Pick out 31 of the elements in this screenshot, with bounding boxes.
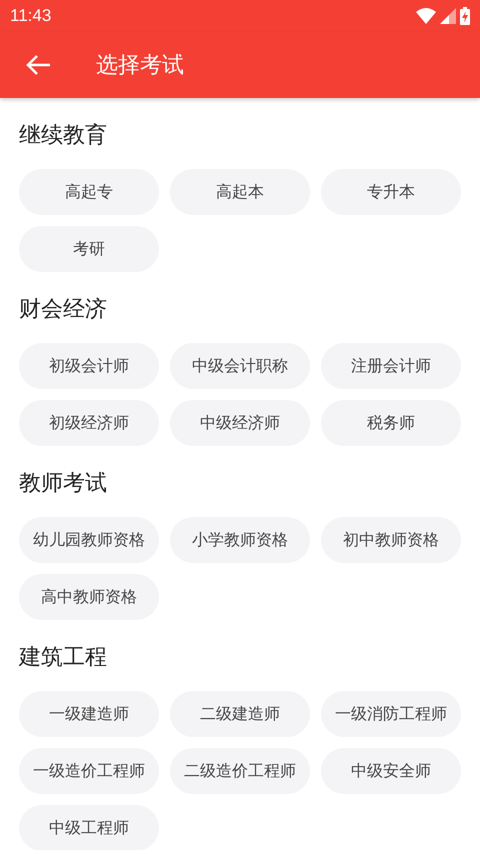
exam-chip[interactable]: 税务师 (321, 400, 461, 446)
exam-chip[interactable]: 高中教师资格 (19, 574, 159, 620)
wifi-icon (416, 8, 436, 24)
exam-chip[interactable]: 初级经济师 (19, 400, 159, 446)
exam-chip[interactable]: 专升本 (321, 169, 461, 215)
exam-chip[interactable]: 注册会计师 (321, 343, 461, 389)
exam-chip[interactable]: 中级工程师 (19, 805, 159, 850)
exam-chip[interactable]: 一级造价工程师 (19, 748, 159, 794)
back-arrow-icon[interactable] (25, 54, 51, 76)
exam-chip[interactable]: 高起本 (170, 169, 310, 215)
exam-chip[interactable]: 一级消防工程师 (321, 691, 461, 737)
battery-charging-icon (460, 7, 470, 25)
exam-chip[interactable]: 中级会计职称 (170, 343, 310, 389)
exam-chip[interactable]: 小学教师资格 (170, 517, 310, 563)
signal-icon (440, 8, 456, 24)
section-title: 教师考试 (19, 470, 108, 498)
status-time: 11:43 (10, 6, 52, 26)
screen-title: 选择考试 (96, 52, 184, 80)
exam-chip[interactable]: 初中教师资格 (321, 517, 461, 563)
section-title: 继续教育 (19, 122, 108, 150)
exam-chip[interactable]: 二级建造师 (170, 691, 310, 737)
exam-chip[interactable]: 高起专 (19, 169, 159, 215)
exam-chip[interactable]: 一级建造师 (19, 691, 159, 737)
exam-chip[interactable]: 中级经济师 (170, 400, 310, 446)
exam-chip[interactable]: 考研 (19, 226, 159, 272)
exam-chip[interactable]: 初级会计师 (19, 343, 159, 389)
exam-chip[interactable]: 二级造价工程师 (170, 748, 310, 794)
exam-chip[interactable]: 中级安全师 (321, 748, 461, 794)
section-title: 财会经济 (19, 296, 108, 324)
section-title: 建筑工程 (19, 644, 108, 672)
exam-chip[interactable]: 幼儿园教师资格 (19, 517, 159, 563)
